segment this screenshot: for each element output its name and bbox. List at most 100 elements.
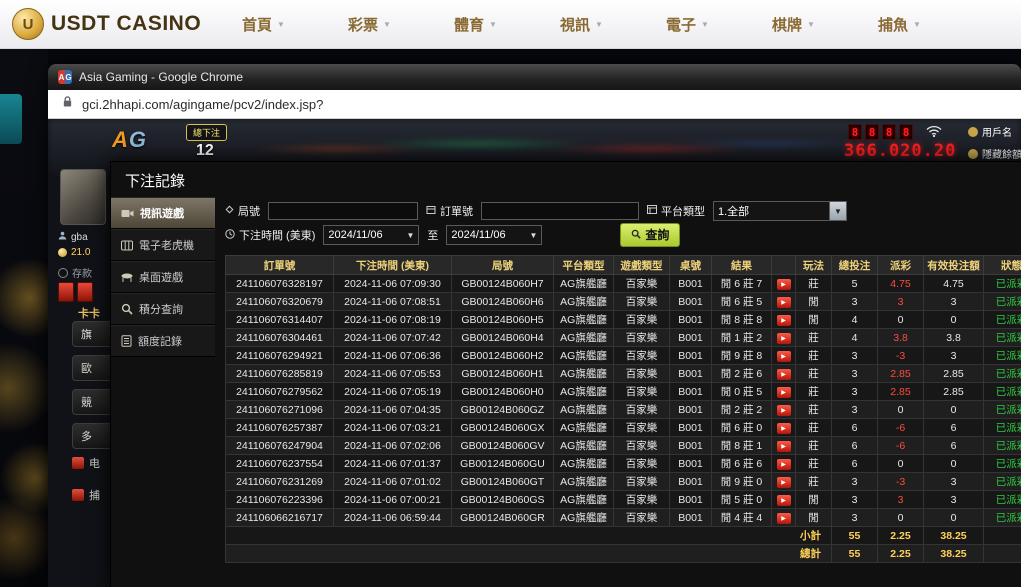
order-input[interactable]	[481, 202, 639, 220]
brand-logo[interactable]: U USDT CASINO	[12, 8, 201, 40]
cell-payout: 0	[878, 401, 924, 419]
chevron-down-icon: ▼	[701, 20, 709, 29]
cell-order: 241106076257387	[226, 419, 334, 437]
nav-item-4[interactable]: 電子 ▼	[666, 14, 709, 35]
cell-game: 百家樂	[614, 401, 670, 419]
sidebar-item-label: 額度記錄	[138, 333, 182, 349]
nav-item-0[interactable]: 首頁▼	[242, 14, 285, 35]
play-replay-button[interactable]: ▶	[777, 477, 791, 488]
sidebar-item-3[interactable]: 積分查詢	[111, 293, 215, 325]
play-replay-button[interactable]: ▶	[777, 405, 791, 416]
avatar	[60, 169, 106, 225]
cell-valid: 6	[924, 437, 984, 455]
sidebar-item-2[interactable]: 桌面遊戲	[111, 261, 215, 293]
nav-item-3[interactable]: 視訊▼	[560, 14, 603, 35]
play-replay-button[interactable]: ▶	[777, 423, 791, 434]
cell-replay: ▶	[772, 329, 796, 347]
nav-item-5[interactable]: 棋牌▼	[772, 14, 815, 35]
col-header-8: 玩法	[796, 256, 832, 275]
cell-game: 百家樂	[614, 311, 670, 329]
deposit-link[interactable]: 存款	[58, 265, 92, 280]
nav-item-label: 電子	[666, 14, 696, 35]
screen: U USDT CASINO 首頁▼彩票▼體育▼視訊▼電子▼棋牌▼捕魚▼ AG A…	[0, 0, 1021, 587]
cell-game: 百家樂	[614, 491, 670, 509]
cell-status: 已派彩	[984, 275, 1021, 293]
cell-time: 2024-11-06 07:03:21	[334, 419, 452, 437]
cell-round: GB00124B060H6	[452, 293, 554, 311]
cell-result: 閒 6 莊 6	[712, 455, 772, 473]
cell-bet: 4	[832, 311, 878, 329]
play-replay-button[interactable]: ▶	[777, 441, 791, 452]
cell-payout: 2.85	[878, 383, 924, 401]
cell-valid: 3	[924, 347, 984, 365]
user-menu-item-0[interactable]: 用戶名	[968, 124, 1021, 139]
sum-payout: 2.25	[878, 545, 924, 563]
date-from-value: 2024/11/06	[328, 229, 382, 241]
cell-valid: 6	[924, 419, 984, 437]
cell-bet: 6	[832, 419, 878, 437]
cell-replay: ▶	[772, 509, 796, 527]
nav-item-2[interactable]: 體育▼	[454, 14, 497, 35]
cell-bet: 3	[832, 383, 878, 401]
cell-order: 241106076279562	[226, 383, 334, 401]
play-replay-button[interactable]: ▶	[777, 297, 791, 308]
lobby-tab-0[interactable]: 电	[72, 455, 100, 471]
table-row: 2411060762312692024-11-06 07:01:02GB0012…	[226, 473, 1021, 491]
platform-select[interactable]: 1.全部 ▼	[713, 201, 847, 221]
play-replay-button[interactable]: ▶	[777, 351, 791, 362]
cell-payout: -6	[878, 437, 924, 455]
cell-platform: AG旗艦廳	[554, 437, 614, 455]
play-replay-button[interactable]: ▶	[777, 513, 791, 524]
cell-game: 百家樂	[614, 419, 670, 437]
cell-platform: AG旗艦廳	[554, 347, 614, 365]
led-digit: 8	[882, 124, 896, 140]
cell-table: B001	[670, 509, 712, 527]
magnifier-icon	[631, 228, 641, 242]
nav-item-1[interactable]: 彩票▼	[348, 14, 391, 35]
cell-order: 241106076231269	[226, 473, 334, 491]
sidebar-item-4[interactable]: 額度記錄	[111, 325, 215, 357]
led-digit: 8	[865, 124, 879, 140]
play-replay-button[interactable]: ▶	[777, 495, 791, 506]
cell-round: GB00124B060H0	[452, 383, 554, 401]
sidebar-item-1[interactable]: 電子老虎機	[111, 229, 215, 261]
cell-play: 莊	[796, 275, 832, 293]
play-replay-button[interactable]: ▶	[777, 369, 791, 380]
cell-replay: ▶	[772, 383, 796, 401]
search-button[interactable]: 查詢	[620, 223, 680, 247]
date-to-picker[interactable]: 2024/11/06 ▼	[446, 225, 542, 245]
cell-result: 閒 8 莊 1	[712, 437, 772, 455]
window-titlebar[interactable]: AG Asia Gaming - Google Chrome	[48, 64, 1021, 90]
chevron-down-icon: ▼	[277, 20, 285, 29]
play-replay-button[interactable]: ▶	[777, 387, 791, 398]
user-menu-item-1[interactable]: 隱藏餘額	[968, 146, 1021, 161]
play-replay-button[interactable]: ▶	[777, 279, 791, 290]
play-replay-button[interactable]: ▶	[777, 333, 791, 344]
cell-play: 閒	[796, 509, 832, 527]
cell-replay: ▶	[772, 275, 796, 293]
sidebar-item-0[interactable]: 視訊遊戲	[111, 197, 215, 229]
round-input[interactable]	[268, 202, 418, 220]
cell-play: 莊	[796, 401, 832, 419]
window-title: Asia Gaming - Google Chrome	[79, 70, 243, 84]
play-replay-button[interactable]: ▶	[777, 315, 791, 326]
col-header-0: 訂單號	[226, 256, 334, 275]
lobby-tab-1[interactable]: 捕	[72, 487, 100, 503]
nav-item-6[interactable]: 捕魚▼	[878, 14, 921, 35]
cell-table: B001	[670, 419, 712, 437]
date-from-picker[interactable]: 2024/11/06 ▼	[323, 225, 419, 245]
cell-order: 241106076328197	[226, 275, 334, 293]
cell-round: GB00124B060H2	[452, 347, 554, 365]
nav-item-label: 棋牌	[772, 14, 802, 35]
cell-payout: 3	[878, 293, 924, 311]
slot-icon	[121, 240, 133, 251]
cell-table: B001	[670, 401, 712, 419]
sidebar-item-label: 電子老虎機	[139, 237, 194, 253]
sum-row-label: 總計	[226, 545, 832, 563]
cell-bet: 3	[832, 293, 878, 311]
cell-result: 閒 1 莊 2	[712, 329, 772, 347]
address-bar[interactable]: gci.2hhapi.com/agingame/pcv2/index.jsp?	[48, 90, 1021, 119]
cell-play: 莊	[796, 365, 832, 383]
play-replay-button[interactable]: ▶	[777, 459, 791, 470]
platform-select-value: 1.全部	[714, 203, 829, 219]
